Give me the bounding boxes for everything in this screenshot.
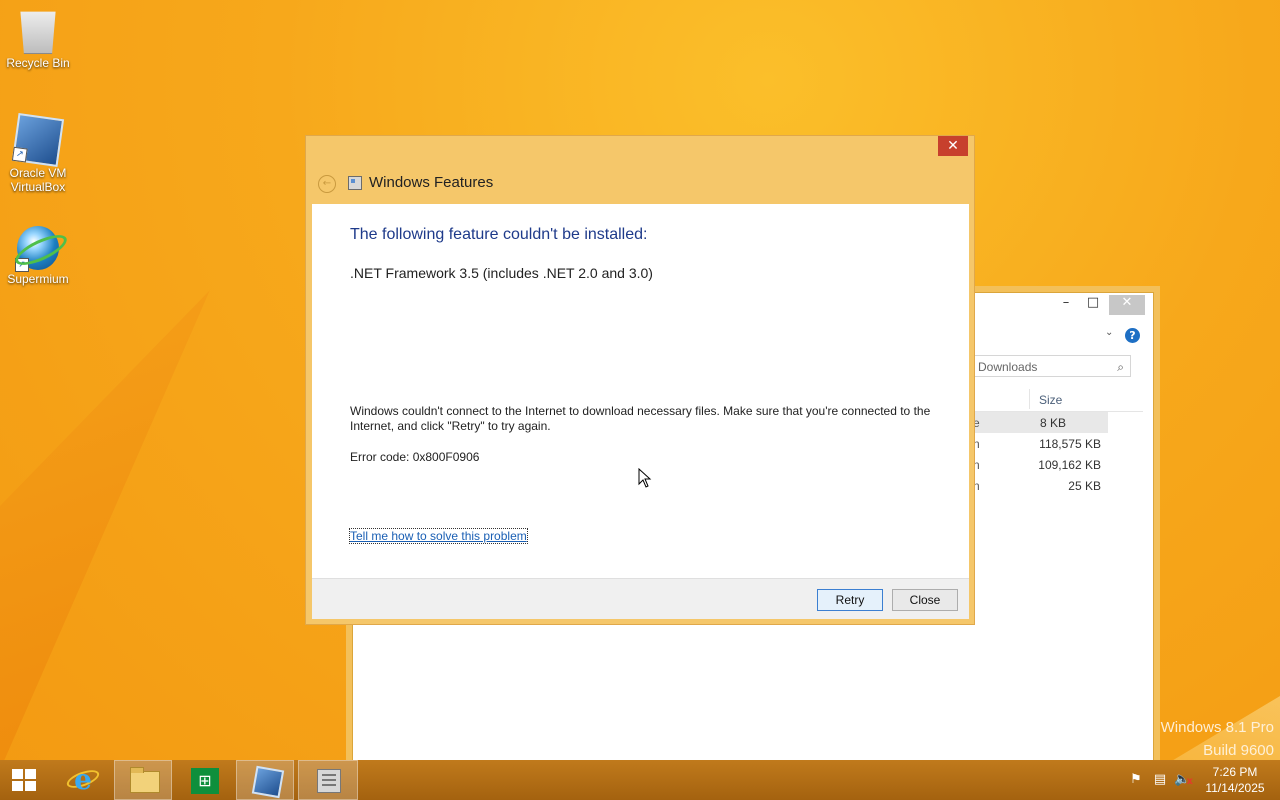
desktop-icon-supermium[interactable]: ↗ Supermium [0,226,76,286]
minimize-button[interactable]: – [1053,295,1079,315]
virtualbox-icon: ↗ [11,113,65,167]
error-code: Error code: 0x800F0906 [350,450,480,464]
search-icon: ⌕ [1117,360,1124,374]
action-center-flag-icon[interactable]: ⚑ [1128,772,1144,788]
file-row[interactable]: n 109,162 KB [973,454,1143,475]
desktop-icon-recycle-bin[interactable]: Recycle Bin [0,8,76,70]
windows-features-dialog[interactable]: ✕ ← Windows Features The following featu… [305,135,975,625]
windows-features-icon [348,176,362,190]
dialog-footer: Retry Close [312,578,969,619]
search-input[interactable]: Downloads ⌕ [973,355,1131,377]
column-divider [1029,389,1030,409]
help-icon[interactable]: ? [1125,328,1140,343]
shortcut-arrow-icon: ↗ [15,258,29,272]
volume-icon[interactable]: 🔈 x [1174,772,1193,788]
column-header-row: Size [973,389,1143,412]
shortcut-arrow-icon: ↗ [11,146,28,163]
file-size: 118,575 KB [1039,437,1101,451]
wallpaper-shape [0,290,210,770]
desktop-icon-label: Supermium [7,272,69,286]
file-row[interactable]: n 25 KB [973,475,1143,496]
chevron-down-icon[interactable]: ⌄ [1105,327,1113,338]
windows-edition-watermark: Windows 8.1 Pro Build 9600 [1161,716,1274,762]
error-heading: The following feature couldn't be instal… [350,226,648,243]
file-size: 109,162 KB [1038,458,1101,472]
recycle-bin-icon [20,11,56,54]
desktop-icon-label: Oracle VM VirtualBox [9,166,67,194]
file-size: 8 KB [1039,416,1066,430]
file-size: 25 KB [1068,479,1101,493]
taskbar-virtualbox[interactable] [236,760,294,800]
network-icon[interactable]: ▤ [1152,772,1168,788]
maximize-button[interactable]: □ [1080,295,1106,315]
file-row[interactable]: e 8 KB [973,412,1108,433]
virtualbox-icon [251,765,285,799]
folder-icon [130,767,160,793]
file-row[interactable]: n 118,575 KB [973,433,1143,454]
windows-logo-icon [12,769,36,791]
taskbar-windows-store[interactable] [176,760,234,800]
start-button[interactable] [0,760,48,800]
taskbar: e ⚑ ▤ 🔈 x 7:26 PM 11/14/2025 [0,760,1280,800]
file-list[interactable]: Size e 8 KB n 118,575 KB n 109,162 KB n … [973,389,1143,496]
taskbar-file-explorer[interactable] [114,760,172,800]
mute-icon: x [1186,776,1193,787]
dialog-close-button[interactable]: ✕ [938,136,968,156]
watermark-build: Build 9600 [1203,742,1274,759]
system-tray: ⚑ ▤ 🔈 x 7:26 PM 11/14/2025 [1120,760,1280,800]
clock-date: 11/14/2025 [1205,781,1265,795]
back-arrow-icon[interactable]: ← [318,175,336,193]
desktop-icon-label: Recycle Bin [6,56,70,70]
search-placeholder: Downloads [978,360,1038,374]
error-message: Windows couldn't connect to the Internet… [350,404,931,433]
help-link[interactable]: Tell me how to solve this problem [349,528,528,544]
close-button[interactable]: Close [892,589,958,611]
internet-explorer-icon: e [74,763,92,796]
feature-name: .NET Framework 3.5 (includes .NET 2.0 an… [350,265,653,281]
taskbar-internet-explorer[interactable]: e [54,760,112,800]
clock-time: 7:26 PM [1212,765,1258,779]
supermium-icon: ↗ [15,226,59,272]
taskbar-windows-features[interactable] [298,760,358,800]
windows-features-icon [317,769,341,793]
store-icon [191,768,219,794]
watermark-edition: Windows 8.1 Pro [1160,719,1274,736]
column-header-size[interactable]: Size [1039,393,1062,407]
dialog-title: Windows Features [369,174,494,191]
desktop-icon-virtualbox[interactable]: ↗ Oracle VM VirtualBox [0,113,76,194]
retry-button[interactable]: Retry [817,589,883,611]
close-button[interactable]: ✕ [1109,295,1145,315]
dialog-content: The following feature couldn't be instal… [312,204,969,578]
taskbar-clock[interactable]: 7:26 PM 11/14/2025 [1200,764,1270,796]
